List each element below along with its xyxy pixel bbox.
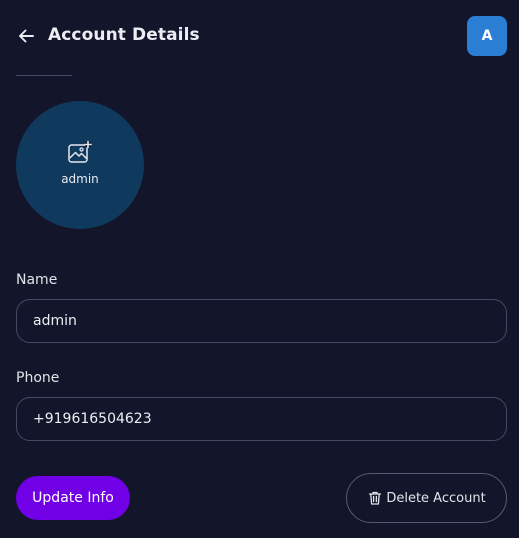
avatar[interactable]: A bbox=[467, 16, 507, 56]
delete-account-button[interactable]: Delete Account bbox=[346, 473, 507, 523]
image-add-icon bbox=[68, 140, 92, 163]
account-details-page: Account Details A admin Name Phone Updat… bbox=[0, 0, 519, 538]
back-button[interactable] bbox=[16, 26, 36, 46]
profile-photo-upload[interactable]: admin bbox=[16, 101, 144, 229]
header: Account Details A bbox=[16, 16, 507, 56]
phone-input[interactable] bbox=[16, 397, 507, 441]
profile-photo-label: admin bbox=[61, 172, 99, 186]
page-title: Account Details bbox=[48, 25, 200, 45]
trash-icon bbox=[367, 490, 383, 506]
arrow-left-icon bbox=[19, 29, 34, 43]
header-divider bbox=[16, 75, 72, 76]
name-label: Name bbox=[16, 272, 58, 288]
phone-label: Phone bbox=[16, 370, 60, 386]
name-input[interactable] bbox=[16, 299, 507, 343]
delete-account-label: Delete Account bbox=[386, 490, 486, 506]
update-info-button[interactable]: Update Info bbox=[16, 476, 130, 520]
